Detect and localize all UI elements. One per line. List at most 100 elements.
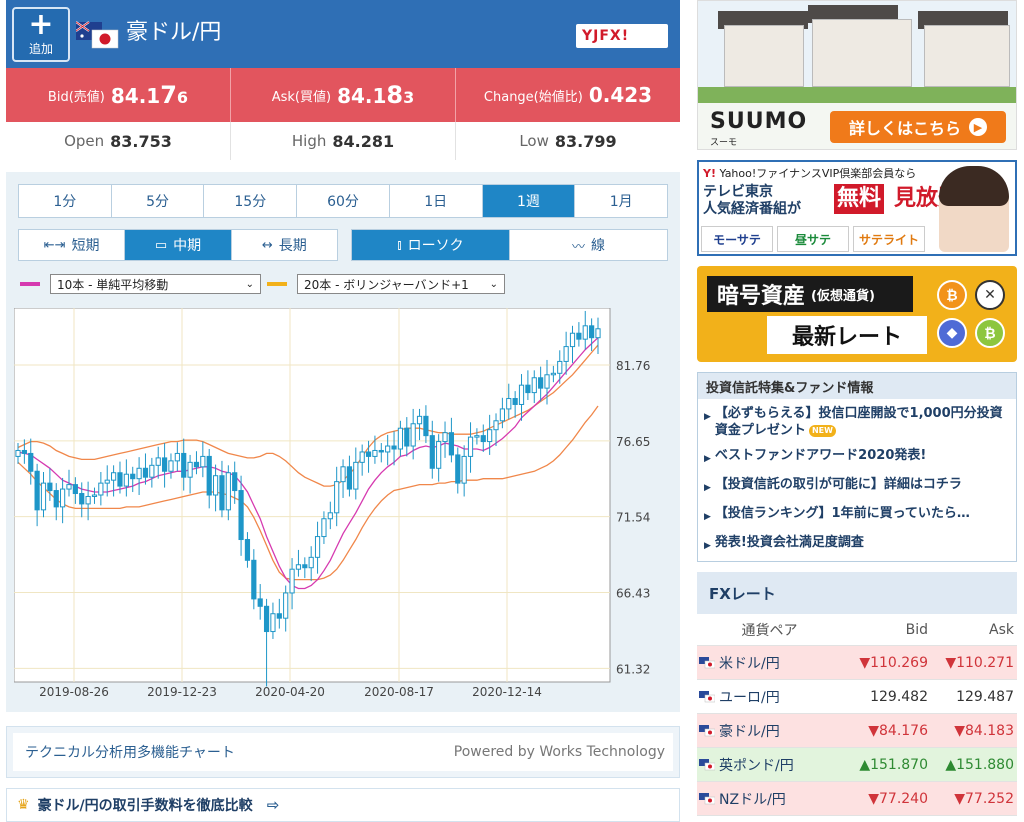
col-ask: Ask — [989, 621, 1014, 638]
ask-rate: ▼110.271 — [945, 654, 1014, 671]
candle-body — [79, 493, 85, 505]
high-value: 84.281 — [332, 131, 395, 151]
fund-info-item[interactable]: ▶ 【必ずもらえる】投信口座開設で1,000円分投資資金プレゼント NEW — [704, 405, 1008, 439]
change-cell: Change(始値比) 0.423 — [456, 68, 680, 122]
candle-body — [327, 512, 333, 520]
x-tick-label: 2020-12-14 — [472, 685, 542, 699]
candle-body — [53, 490, 59, 508]
open-cell: Open 83.753 — [6, 122, 231, 160]
candle-body — [66, 484, 72, 490]
period-tab[interactable]: ↔ 長期 — [232, 230, 337, 260]
suumo-logo: SUUMO — [710, 109, 808, 134]
yahoo-vip-top: Y! Yahoo!ファイナンスVIP倶楽部会員なら — [703, 167, 917, 180]
candle-body — [493, 420, 499, 431]
fx-rate-header: 通貨ペア Bid Ask — [697, 614, 1017, 646]
candle-body — [461, 455, 467, 484]
pair-name: ユーロ/円 — [719, 689, 780, 706]
fund-info-item[interactable]: ▶ 発表!投資会社満足度調査 — [704, 534, 1008, 555]
candle-body — [28, 452, 34, 472]
x-tick-label: 2020-08-17 — [364, 685, 434, 699]
timeframe-tab[interactable]: 1月 — [575, 185, 667, 217]
period-tab[interactable]: ⇤⇥ 短期 — [19, 230, 126, 260]
fund-info-item[interactable]: ▶ 【投信ランキング】1年前に買っていたら… — [704, 505, 1008, 526]
line-chart-icon: 〰 — [571, 239, 585, 255]
fund-info-item[interactable]: ▶ 【投資信託の取引が可能に】詳細はコチラ — [704, 476, 1008, 497]
bid-rate: ▼77.240 — [868, 790, 928, 807]
timeframe-tab[interactable]: 1分 — [19, 185, 112, 217]
candle-body — [416, 415, 423, 425]
fx-rate-row[interactable]: ユーロ/円 129.482 129.487 — [697, 680, 1017, 714]
candle-body — [506, 398, 512, 410]
timeframe-tab[interactable]: 1週 — [482, 185, 576, 217]
period-tab[interactable]: ▭ 中期 — [125, 230, 232, 260]
suumo-cta-button[interactable]: 詳しくはこちら ▶ — [830, 111, 1006, 143]
candle-body — [263, 605, 270, 633]
house-image — [812, 19, 912, 87]
indicator2-color-swatch — [267, 282, 287, 286]
candle-body — [193, 461, 200, 468]
candle-body — [340, 466, 346, 483]
fx-rate-row[interactable]: 米ドル/円 ▼110.269 ▼110.271 — [697, 646, 1017, 680]
price-chart[interactable]: 2019-08-26 2019-12-23 2020-04-20 2020-08-17… — [13, 307, 674, 702]
candle-body — [168, 460, 174, 472]
arrows-out-icon: ↔ — [261, 237, 273, 253]
suumo-ad[interactable]: SUUMO スーモ 詳しくはこちら ▶ — [697, 0, 1017, 150]
arrows-in-icon: ⇤⇥ — [43, 237, 66, 253]
candle-body — [429, 435, 435, 469]
crypto-title: 暗号資産 (仮想通貨) — [707, 276, 913, 312]
chart-type-tab[interactable]: ⫾ ローソク — [352, 230, 510, 260]
candle-body — [238, 490, 244, 541]
currency-flags-icon — [699, 724, 715, 736]
chevron-down-icon: ⌄ — [245, 278, 254, 290]
yahoo-vip-ad[interactable]: Y! Yahoo!ファイナンスVIP倶楽部会員なら テレビ東京 人気経済番組が 無… — [697, 160, 1017, 256]
candle-body — [257, 598, 263, 607]
tech-chart-link[interactable]: テクニカル分析用多機能チャート — [25, 742, 235, 762]
timeframe-tab[interactable]: 5分 — [112, 185, 205, 217]
chart-type-tab[interactable]: 〰線 — [510, 230, 667, 260]
open-value: 83.753 — [110, 131, 172, 151]
candle-body — [130, 473, 136, 480]
candle-body — [123, 473, 129, 487]
candle-body — [111, 472, 117, 481]
crypto-ad[interactable]: 暗号資産 (仮想通貨) 最新レート ₿ ✕ ◆ ₿ — [697, 266, 1017, 362]
indicator1: 10本 - 単純平均移動 ⌄ — [20, 274, 261, 294]
candle-body — [544, 374, 550, 389]
candle-body — [270, 613, 276, 633]
period-tabs: ⇤⇥ 短期 ▭ 中期 ↔ 長期 — [18, 229, 338, 261]
y-tick-label: 71.54 — [616, 511, 650, 525]
compare-link[interactable]: 豪ドル/円の取引手数料を徹底比較 — [38, 795, 253, 815]
fund-info-item[interactable]: ▶ ベストファンドアワード2020発表! — [704, 447, 1008, 468]
fx-rate-row[interactable]: 英ポンド/円 ▲151.870 ▲151.880 — [697, 748, 1017, 782]
col-pair: 通貨ペア — [741, 622, 798, 639]
add-button[interactable]: + 追加 — [12, 7, 70, 62]
candle-body — [499, 408, 505, 422]
bid-rate: 129.482 — [870, 688, 928, 705]
low-cell: Low 83.799 — [519, 131, 617, 151]
bid-rate: ▲151.870 — [859, 756, 928, 773]
pair-title: 豪ドル/円 — [126, 20, 222, 45]
indicator1-color-swatch — [20, 282, 40, 286]
timeframe-tab[interactable]: 1日 — [390, 185, 483, 217]
program-logo: モーサテ — [701, 226, 773, 252]
candle-body — [117, 472, 123, 487]
indicator2-select[interactable]: 20本 - ボリンジャーバンド+1 ⌄ — [297, 274, 505, 294]
fx-rate-title: FXレート — [697, 572, 1017, 614]
timeframe-tab[interactable]: 60分 — [297, 185, 390, 217]
indicator1-select[interactable]: 10本 - 単純平均移動 ⌄ — [50, 274, 261, 294]
candle-body — [40, 482, 47, 511]
ask-rate: 129.487 — [956, 688, 1014, 705]
pair-name: NZドル/円 — [719, 791, 786, 808]
bid-rate: ▼84.176 — [868, 722, 928, 739]
fx-rate-row[interactable]: 豪ドル/円 ▼84.176 ▼84.183 — [697, 714, 1017, 748]
external-link-icon[interactable]: ⇨ — [267, 796, 280, 814]
high-cell: High 84.281 — [231, 122, 456, 160]
y-tick-label: 66.43 — [616, 587, 650, 601]
fx-rate-row[interactable]: NZドル/円 ▼77.240 ▼77.252 — [697, 782, 1017, 816]
broker-logo[interactable]: YJFX! — [576, 24, 668, 48]
bitcoin-cash-icon: ₿ — [975, 318, 1005, 348]
triangle-right-icon: ▶ — [704, 412, 711, 422]
fund-info-title: 投資信託特集&ファンド情報 — [698, 373, 1016, 399]
ohl-row: Open 83.753 High 84.281 Low 83.799 — [6, 122, 680, 160]
compare-box: ♛ 豪ドル/円の取引手数料を徹底比較 ⇨ — [6, 788, 680, 822]
timeframe-tab[interactable]: 15分 — [204, 185, 298, 217]
